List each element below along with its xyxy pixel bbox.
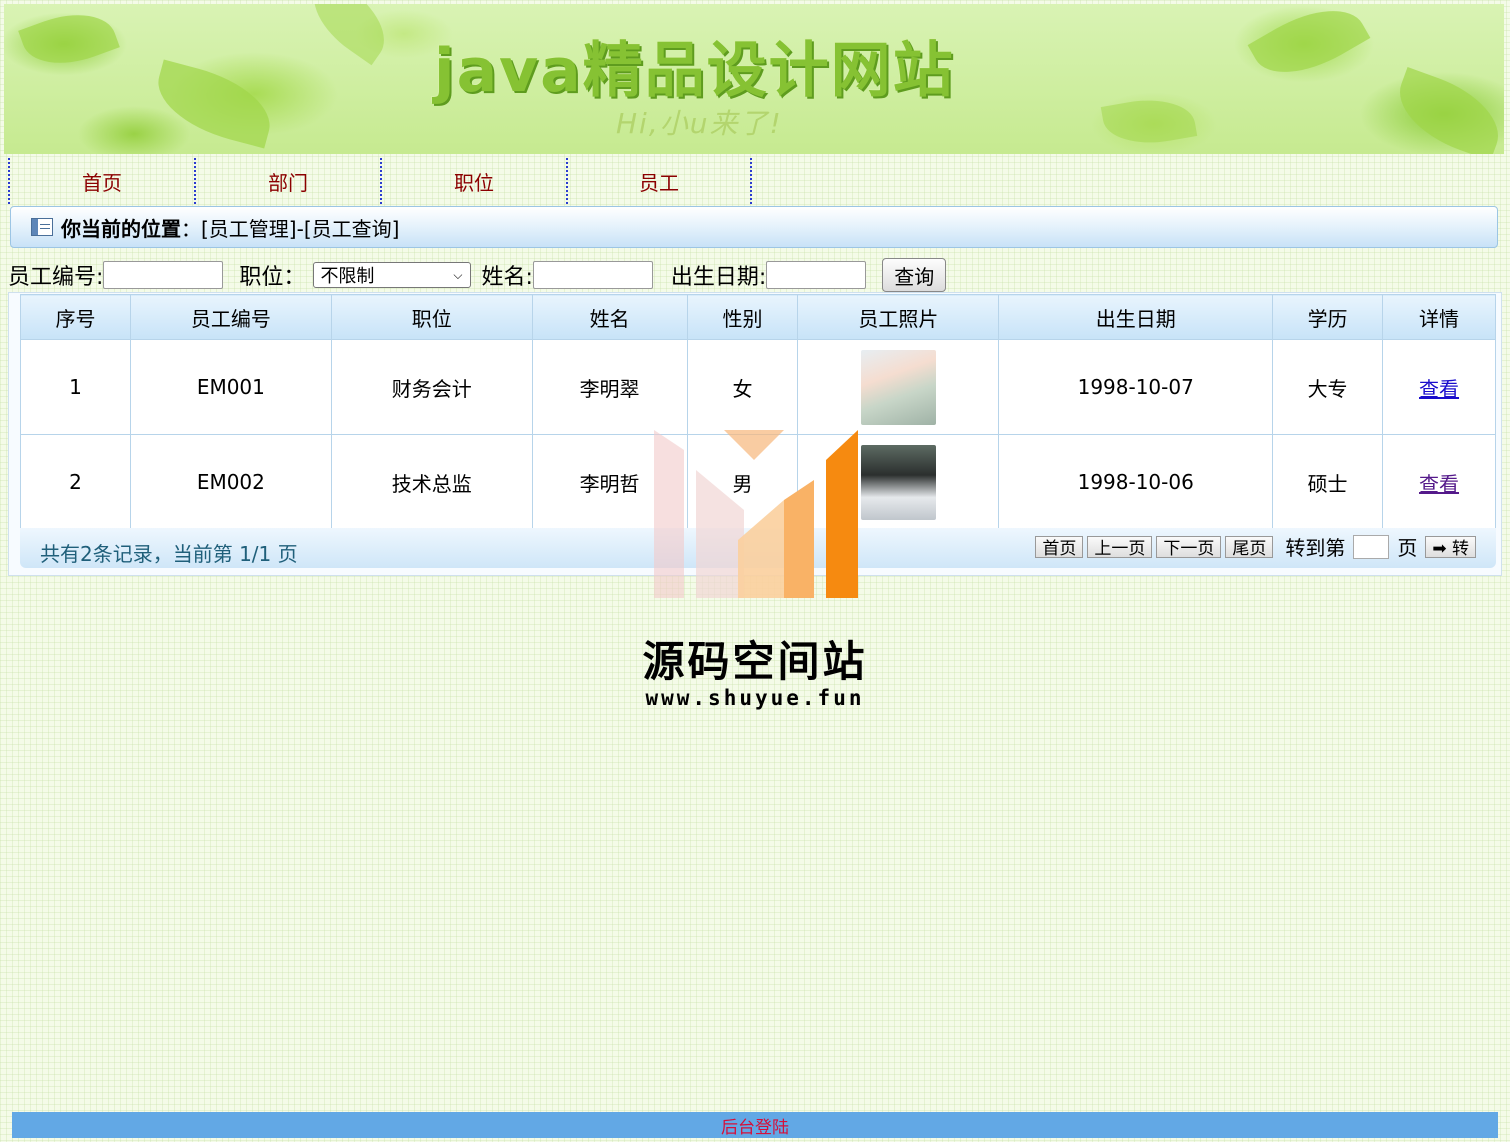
table-row: 1 EM001 财务会计 李明翠 女 1998-10-07 大专 查看	[20, 339, 1496, 435]
go-button[interactable]: ➡ 转	[1425, 535, 1476, 559]
nav-position[interactable]: 职位	[380, 158, 566, 204]
goto-label: 转到第	[1285, 536, 1346, 560]
leaf-decoration	[1100, 91, 1198, 152]
cell-detail: 查看	[1382, 434, 1496, 530]
breadcrumb: 你当前的位置 ：[员工管理]-[员工查询]	[10, 206, 1498, 248]
main-nav: 首页 部门 职位 员工	[8, 158, 752, 204]
col-emp-no: 员工编号	[129, 294, 332, 340]
employee-photo	[860, 349, 936, 425]
col-gender: 性别	[686, 294, 799, 340]
cell-emp-no: EM002	[129, 434, 332, 530]
window-icon	[31, 218, 53, 236]
admin-login-link[interactable]: 后台登陆	[721, 1113, 789, 1138]
cell-emp-no: EM001	[129, 339, 332, 435]
col-name: 姓名	[531, 294, 688, 340]
position-label: 职位：	[239, 265, 306, 290]
goto-page-input[interactable]	[1353, 534, 1390, 559]
table-header-row: 序号 员工编号 职位 姓名 性别 员工照片 出生日期 学历 详情	[20, 294, 1496, 340]
cell-position: 技术总监	[330, 434, 533, 530]
col-index: 序号	[20, 294, 131, 340]
first-page-button[interactable]: 首页	[1035, 535, 1084, 559]
position-select-value: 不限制	[320, 266, 375, 287]
last-page-button[interactable]: 尾页	[1225, 535, 1274, 559]
pager: 首页 上一页 下一页 尾页 转到第 页 ➡ 转	[1035, 532, 1480, 561]
breadcrumb-path: ：[员工管理]-[员工查询]	[181, 216, 400, 241]
leaf-decoration	[1247, 4, 1371, 93]
leaf-decoration	[1387, 66, 1504, 154]
next-page-button[interactable]: 下一页	[1156, 535, 1222, 559]
col-education: 学历	[1272, 294, 1384, 340]
leaf-decoration	[18, 4, 120, 78]
breadcrumb-label: 你当前的位置	[61, 216, 181, 241]
site-subtitle: Hi,小u来了!	[616, 107, 783, 140]
cell-detail: 查看	[1382, 339, 1496, 435]
nav-department[interactable]: 部门	[194, 158, 380, 204]
record-count: 共有2条记录，当前第 1/1 页	[40, 542, 298, 566]
site-title: java精品设计网站	[434, 36, 955, 106]
emp-no-input[interactable]	[103, 261, 224, 289]
search-form: 员工编号: 职位： 不限制 ⌵ 姓名: 出生日期: 查询	[8, 256, 947, 294]
cell-position: 财务会计	[330, 339, 533, 435]
cell-name: 李明翠	[531, 339, 688, 435]
cell-gender: 女	[686, 339, 799, 435]
view-detail-link[interactable]: 查看	[1419, 377, 1459, 401]
header-banner: java精品设计网站 Hi,小u来了!	[4, 4, 1504, 154]
birth-label: 出生日期:	[670, 265, 767, 290]
footer-bar: 后台登陆	[12, 1112, 1498, 1138]
prev-page-button[interactable]: 上一页	[1087, 535, 1153, 559]
cell-index: 1	[20, 339, 131, 435]
watermark-logo	[654, 430, 858, 598]
chevron-down-icon: ⌵	[453, 268, 463, 282]
nav-employee[interactable]: 员工	[566, 158, 752, 204]
query-button[interactable]: 查询	[882, 258, 947, 292]
col-photo: 员工照片	[797, 294, 1000, 340]
col-position: 职位	[330, 294, 533, 340]
emp-no-label: 员工编号:	[8, 265, 104, 290]
name-input[interactable]	[532, 261, 653, 289]
leaf-decoration	[297, 4, 401, 66]
cell-birth: 1998-10-06	[998, 434, 1274, 530]
view-detail-link[interactable]: 查看	[1419, 472, 1459, 496]
nav-home[interactable]: 首页	[8, 158, 194, 204]
cell-photo	[797, 339, 1000, 435]
birth-input[interactable]	[766, 261, 867, 289]
name-label: 姓名:	[481, 265, 533, 290]
position-select[interactable]: 不限制 ⌵	[313, 262, 472, 288]
cell-education: 大专	[1272, 339, 1384, 435]
watermark-title: 源码空间站	[642, 637, 868, 686]
leaf-decoration	[148, 59, 280, 149]
cell-birth: 1998-10-07	[998, 339, 1274, 435]
col-birth: 出生日期	[998, 294, 1274, 340]
col-detail: 详情	[1382, 294, 1496, 340]
employee-photo	[860, 444, 936, 520]
cell-index: 2	[20, 434, 131, 530]
cell-education: 硕士	[1272, 434, 1384, 530]
page-label: 页	[1397, 536, 1418, 560]
watermark-url: www.shuyue.fun	[645, 686, 865, 710]
